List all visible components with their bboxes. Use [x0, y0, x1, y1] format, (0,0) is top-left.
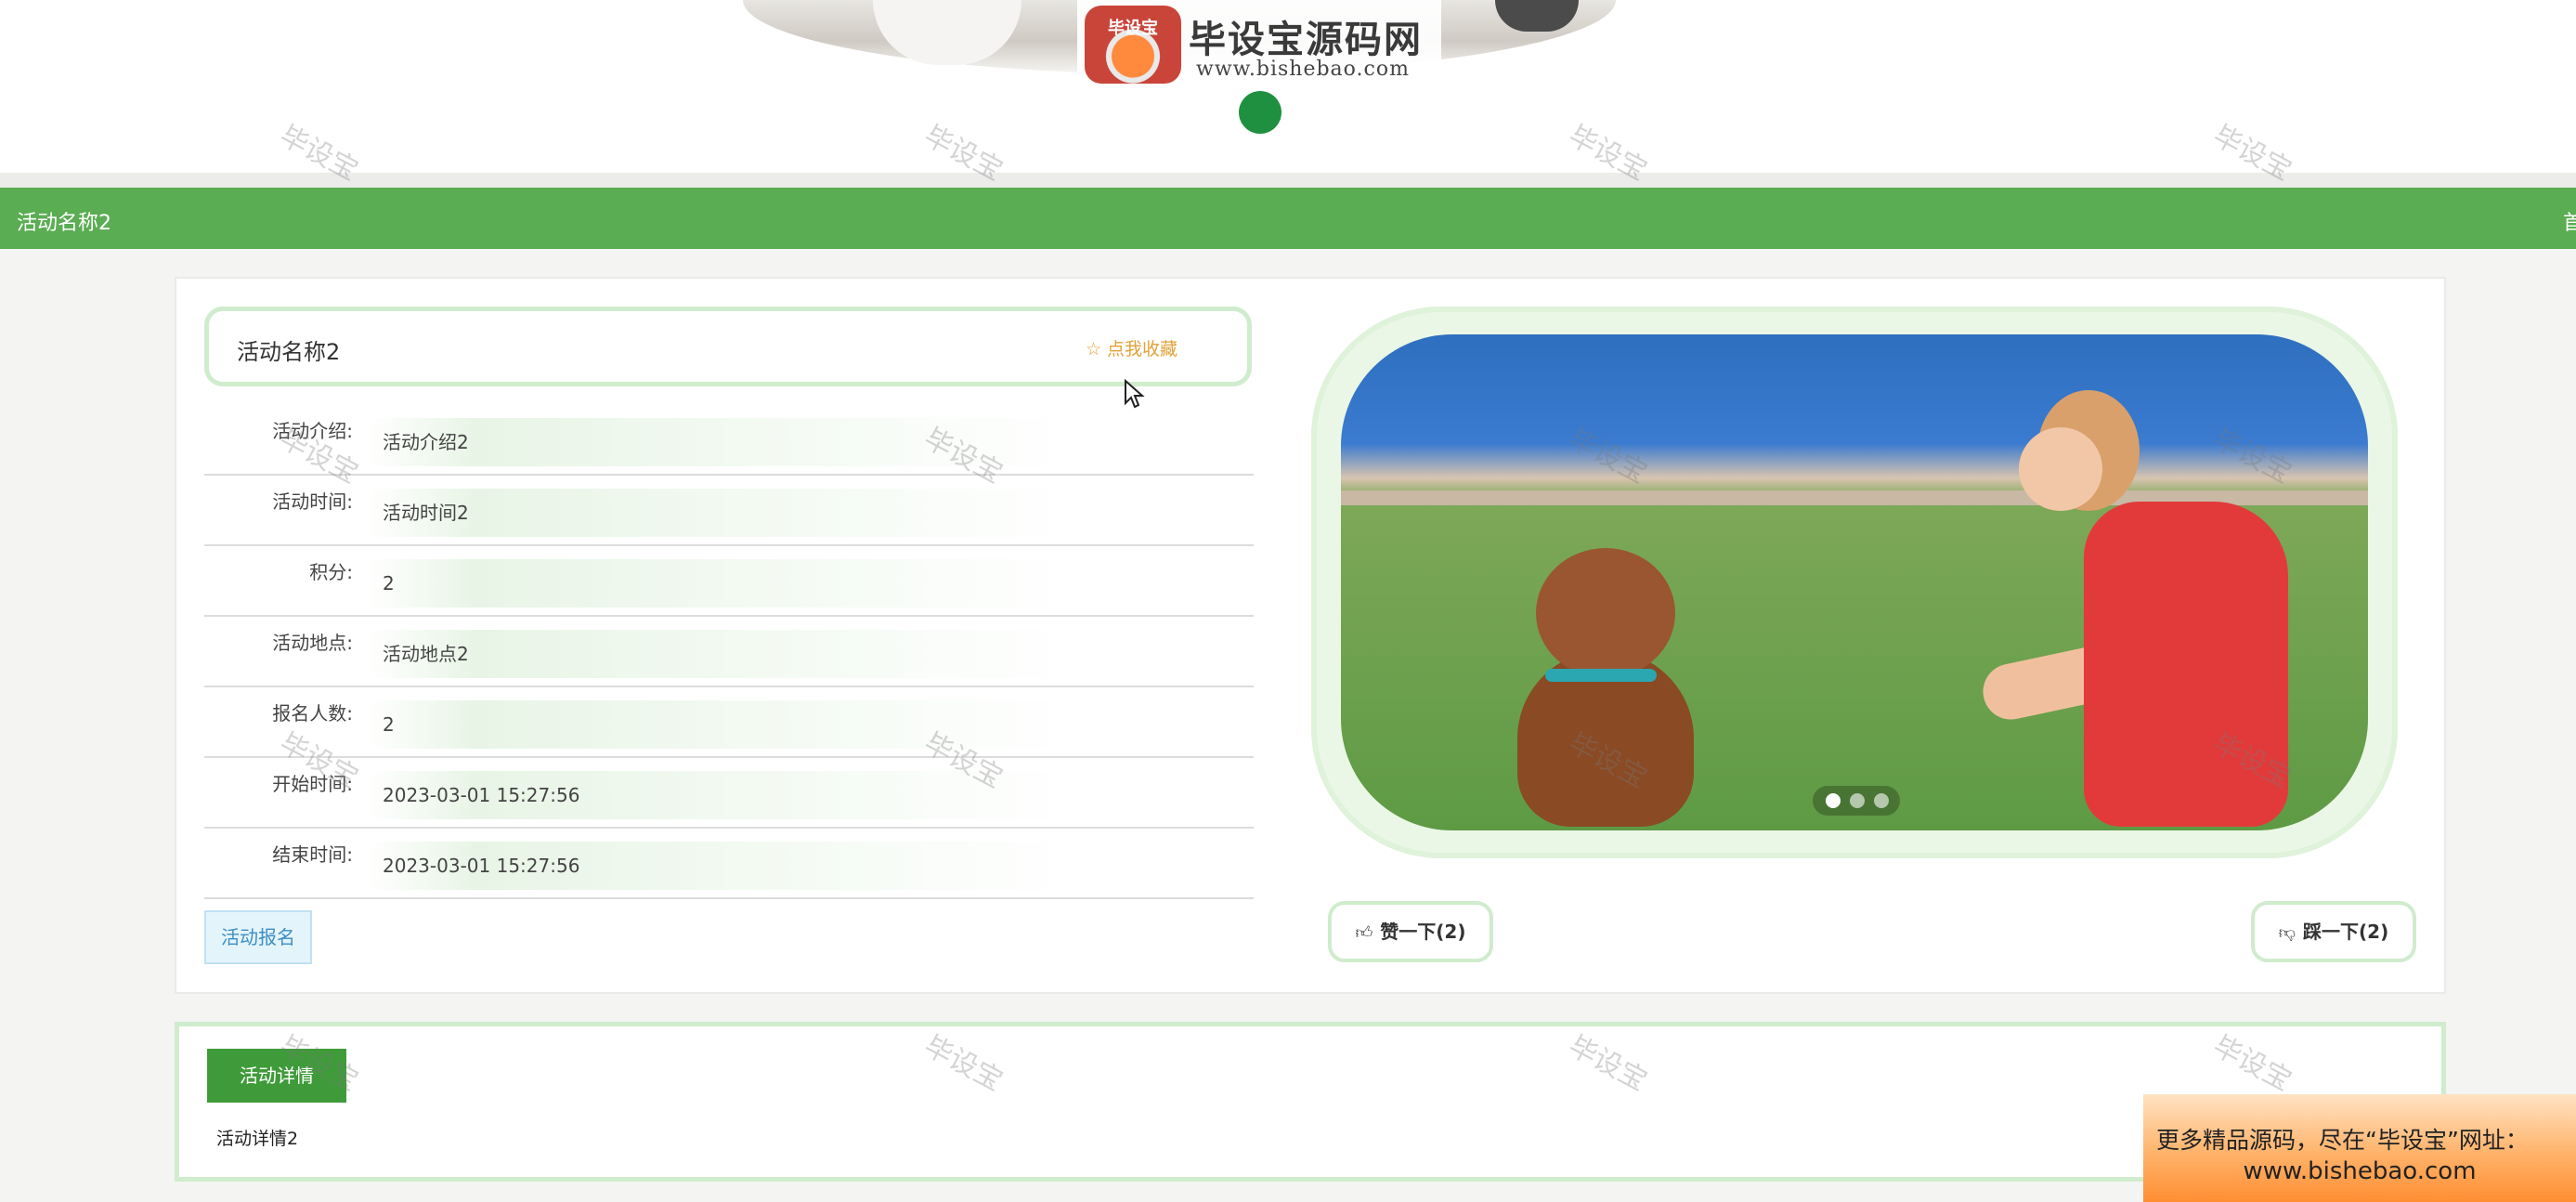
info-label: 活动介绍:: [272, 420, 353, 442]
info-value: 2: [368, 700, 1073, 749]
banner-dog-shape: [873, 0, 1021, 65]
thumbs-down-icon: 👎︎: [2278, 923, 2296, 943]
dislike-button[interactable]: 👎︎ 踩一下(2): [2251, 901, 2416, 962]
ad-banner[interactable]: 更多精品源码，尽在“毕设宝”网址： www.bishebao.com: [2143, 1094, 2576, 1202]
banner-dark-shape: [1495, 0, 1579, 32]
favorite-button[interactable]: ☆ 点我收藏: [1086, 335, 1177, 360]
info-row-signup-count: 报名人数: 2: [204, 687, 1254, 758]
activity-image-frame: [1311, 307, 2398, 858]
site-logo: 毕设宝 毕设宝源码网 www.bishebao.com: [1077, 0, 1441, 89]
activity-details-content: 活动详情2: [216, 1129, 299, 1149]
activity-image: [1341, 334, 2368, 830]
banner-divider: [0, 173, 2576, 188]
nav-home-link[interactable]: 首页: [2563, 206, 2576, 236]
dog-head: [1536, 548, 1675, 678]
like-button[interactable]: 👍︎ 赞一下(2): [1328, 901, 1493, 962]
ad-url: www.bishebao.com: [2243, 1157, 2477, 1185]
info-label: 积分:: [309, 561, 353, 583]
info-row-start-time: 开始时间: 2023-03-01 15:27:56: [204, 758, 1254, 829]
info-row-points: 积分: 2: [204, 546, 1254, 617]
logo-url: www.bishebao.com: [1196, 58, 1410, 81]
banner-slide-dot[interactable]: [1239, 91, 1281, 134]
signup-button[interactable]: 活动报名: [204, 910, 312, 964]
person-face: [2019, 427, 2102, 511]
activity-info-list: 活动介绍: 活动介绍2 活动时间: 活动时间2 积分: 2 活动地点: 活动地点…: [204, 405, 1254, 899]
ad-text: 更多精品源码，尽在“毕设宝”网址：: [2156, 1127, 2529, 1154]
image-person: [1977, 372, 2288, 827]
tab-activity-details[interactable]: 活动详情: [207, 1049, 346, 1103]
star-icon: ☆: [1086, 339, 1102, 359]
activity-title: 活动名称2: [237, 339, 341, 365]
activity-details-section: 活动详情 活动详情2: [175, 1022, 2446, 1182]
info-row-time: 活动时间: 活动时间2: [204, 476, 1254, 546]
like-label: 赞一下(2): [1380, 921, 1466, 943]
info-label: 活动地点:: [272, 632, 353, 654]
logo-title: 毕设宝源码网: [1189, 19, 1423, 61]
info-label: 活动时间:: [272, 490, 353, 513]
favorite-label: 点我收藏: [1107, 339, 1178, 359]
carousel-dot-3[interactable]: [1874, 793, 1889, 808]
carousel-dot-2[interactable]: [1850, 793, 1865, 808]
carousel-indicators: [1813, 786, 1900, 816]
activity-title-box: 活动名称2 ☆ 点我收藏: [204, 307, 1252, 386]
nav-bar: 活动名称2 首页: [0, 188, 2576, 249]
top-banner: 毕设宝 毕设宝源码网 www.bishebao.com: [0, 0, 2576, 175]
info-label: 开始时间:: [272, 773, 353, 795]
info-value: 活动介绍2: [368, 418, 1073, 466]
logo-badge-text: 毕设宝: [1108, 19, 1158, 38]
info-row-end-time: 结束时间: 2023-03-01 15:27:56: [204, 829, 1254, 899]
dog-collar: [1545, 669, 1657, 682]
image-dog: [1480, 548, 1731, 827]
activity-detail-card: 活动名称2 ☆ 点我收藏 活动介绍: 活动介绍2 活动时间: 活动时间2 积分: …: [175, 277, 2446, 994]
info-value: 活动时间2: [368, 489, 1073, 537]
info-row-location: 活动地点: 活动地点2: [204, 617, 1254, 687]
thumbs-up-icon: 👍︎: [1355, 923, 1373, 943]
info-label: 报名人数:: [272, 702, 353, 725]
info-row-intro: 活动介绍: 活动介绍2: [204, 405, 1254, 476]
nav-title: 活动名称2: [17, 212, 111, 235]
dislike-label: 踩一下(2): [2303, 921, 2389, 943]
person-dress: [2084, 502, 2288, 827]
cursor-arrow-icon: [1125, 379, 1145, 409]
info-value: 活动地点2: [368, 630, 1073, 678]
logo-badge-icon: 毕设宝: [1085, 6, 1181, 84]
info-label: 结束时间:: [272, 843, 353, 866]
info-value: 2023-03-01 15:27:56: [368, 771, 1073, 819]
info-value: 2: [368, 559, 1073, 608]
info-value: 2023-03-01 15:27:56: [368, 842, 1073, 890]
carousel-dot-1[interactable]: [1826, 793, 1841, 808]
